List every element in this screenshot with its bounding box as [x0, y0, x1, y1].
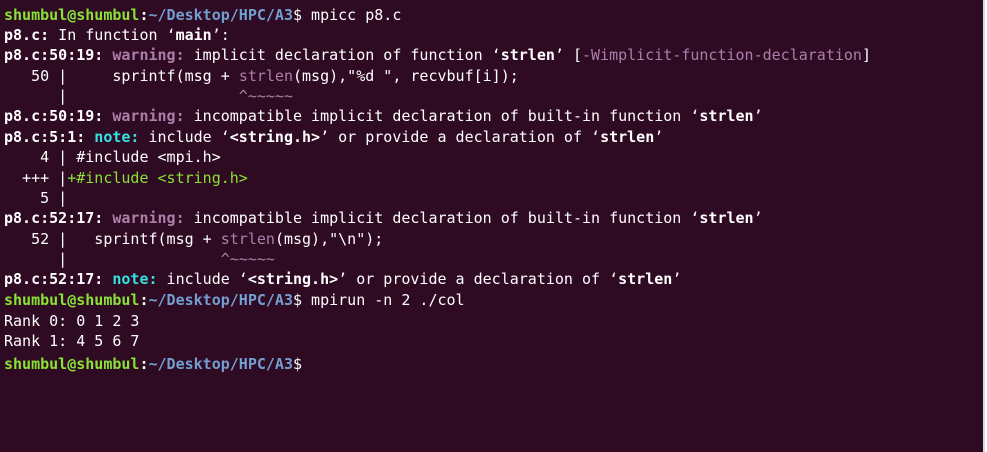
warning-label: warning: — [103, 46, 185, 64]
line-gutter: +++ | — [4, 169, 68, 187]
file-label: p8.c: — [4, 26, 50, 44]
note-label: note: — [103, 270, 158, 288]
message-text: ’ [ — [554, 46, 582, 64]
prompt-symbol: $ — [293, 291, 303, 309]
warning-line: p8.c:50:19: warning: incompatible implic… — [4, 106, 763, 127]
function-name: strlen — [699, 209, 754, 227]
message-text: incompatible implicit declaration of bui… — [184, 209, 700, 227]
prompt-symbol: $ — [293, 6, 303, 24]
output-text: Rank 0: 0 1 2 3 — [4, 312, 140, 330]
caret-marker: ^~~~~~ — [67, 87, 293, 105]
source-line: 5 | — [4, 188, 67, 209]
prompt-symbol: $ — [293, 355, 303, 373]
program-output-line: Rank 0: 0 1 2 3 — [4, 311, 139, 332]
program-output-line: Rank 1: 4 5 6 7 — [4, 331, 139, 352]
terminal-window[interactable]: shumbul@shumbul:~/Desktop/HPC/A3$ mpicc … — [0, 0, 985, 452]
source-code: (msg),"\n"); — [274, 230, 384, 248]
fixit-insertion: +#include <string.h> — [67, 169, 248, 187]
warning-label: warning: — [103, 209, 185, 227]
prompt-user: shumbul@shumbul — [4, 6, 140, 24]
source-location: p8.c:52:17: — [4, 270, 104, 288]
command-text: mpicc p8.c — [302, 6, 402, 24]
message-text: ’: — [211, 26, 230, 44]
warning-label: warning: — [103, 107, 185, 125]
source-code: sprintf(msg + — [67, 230, 221, 248]
fixit-line: +++ |+#include <string.h> — [4, 168, 248, 189]
source-line: 4 | #include <mpi.h> — [4, 147, 221, 168]
message-text: incompatible implicit declaration of bui… — [184, 107, 700, 125]
message-text: ’ — [753, 209, 763, 227]
source-line: 52 | sprintf(msg + strlen(msg),"\n"); — [4, 229, 383, 250]
source-code: (msg),"%d ", recvbuf[i]); — [293, 67, 519, 85]
message-text: ] — [861, 46, 871, 64]
output-text: Rank 1: 4 5 6 7 — [4, 332, 140, 350]
source-location: p8.c:50:19: — [4, 46, 104, 64]
note-label: note: — [85, 128, 140, 146]
line-gutter: 5 | — [4, 189, 68, 207]
caret-line: | ^~~~~~ — [4, 249, 275, 270]
source-location: p8.c:5:1: — [4, 128, 86, 146]
prompt-path: ~/Desktop/HPC/A3 — [148, 291, 294, 309]
source-location: p8.c:50:19: — [4, 107, 104, 125]
source-location: p8.c:52:17: — [4, 209, 104, 227]
line-gutter: 4 | — [4, 148, 68, 166]
source-code: #include <mpi.h> — [67, 148, 221, 166]
output-line: p8.c: In function ‘main’: — [4, 25, 230, 46]
message-text: implicit declaration of function ‘ — [184, 46, 501, 64]
line-gutter: 52 | — [4, 230, 68, 248]
message-text: In function ‘ — [49, 26, 176, 44]
highlighted-code: strlen — [220, 230, 275, 248]
message-text: ’ or provide a declaration of ‘ — [338, 270, 619, 288]
prompt-line-2: shumbul@shumbul:~/Desktop/HPC/A3$ mpirun… — [4, 290, 465, 311]
caret-line: | ^~~~~~ — [4, 86, 293, 107]
message-text: ’ or provide a declaration of ‘ — [320, 128, 601, 146]
highlighted-code: strlen — [238, 67, 293, 85]
prompt-user: shumbul@shumbul — [4, 291, 140, 309]
message-text: ’ — [753, 107, 763, 125]
note-line: p8.c:52:17: note: include ‘<string.h>’ o… — [4, 269, 681, 290]
source-code: sprintf(msg + — [67, 67, 239, 85]
message-text: ’ — [654, 128, 664, 146]
message-text: include ‘ — [139, 128, 230, 146]
function-name: main — [175, 26, 212, 44]
function-name: strlen — [500, 46, 555, 64]
prompt-separator: : — [139, 355, 149, 373]
prompt-separator: : — [139, 291, 149, 309]
line-gutter: | — [4, 87, 68, 105]
line-gutter: | — [4, 250, 68, 268]
warning-line: p8.c:52:17: warning: incompatible implic… — [4, 208, 763, 229]
command-text: mpirun -n 2 ./col — [302, 291, 465, 309]
prompt-line-3[interactable]: shumbul@shumbul:~/Desktop/HPC/A3$ — [4, 351, 311, 373]
function-name: strlen — [618, 270, 673, 288]
message-text: ’ — [672, 270, 682, 288]
prompt-path: ~/Desktop/HPC/A3 — [148, 355, 294, 373]
line-gutter: 50 | — [4, 67, 68, 85]
prompt-user: shumbul@shumbul — [4, 355, 140, 373]
prompt-separator: : — [139, 6, 149, 24]
function-name: strlen — [600, 128, 655, 146]
warning-flag: -Wimplicit-function-declaration — [581, 46, 862, 64]
prompt-path: ~/Desktop/HPC/A3 — [148, 6, 294, 24]
caret-marker: ^~~~~~ — [67, 250, 275, 268]
message-text: include ‘ — [157, 270, 248, 288]
prompt-line-1: shumbul@shumbul:~/Desktop/HPC/A3$ mpicc … — [4, 5, 401, 26]
function-name: strlen — [699, 107, 754, 125]
note-line: p8.c:5:1: note: include ‘<string.h>’ or … — [4, 127, 663, 148]
header-name: <string.h> — [247, 270, 339, 288]
source-line: 50 | sprintf(msg + strlen(msg),"%d ", re… — [4, 66, 519, 87]
warning-line: p8.c:50:19: warning: implicit declaratio… — [4, 45, 871, 66]
header-name: <string.h> — [229, 128, 321, 146]
terminal-cursor — [302, 351, 311, 369]
